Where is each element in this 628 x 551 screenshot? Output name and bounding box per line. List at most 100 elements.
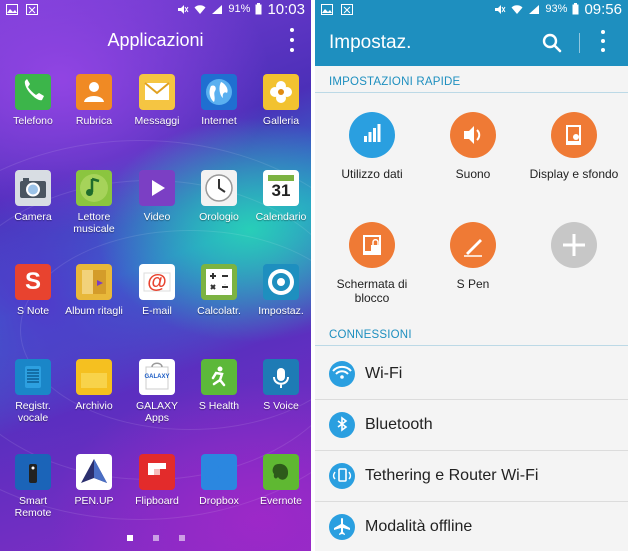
app-label: Evernote bbox=[259, 495, 303, 507]
search-icon[interactable] bbox=[542, 33, 562, 53]
galaxy-apps-bag-icon: GALAXY bbox=[139, 359, 175, 395]
app-album-ritagli[interactable]: Album ritagli bbox=[63, 264, 125, 317]
camera-icon bbox=[15, 170, 51, 206]
app-smart-remote[interactable]: Smart Remote bbox=[2, 454, 64, 519]
messages-icon bbox=[139, 74, 175, 110]
battery-percent: 93% bbox=[545, 3, 568, 15]
battery-percent: 91% bbox=[228, 3, 251, 15]
video-play-icon bbox=[139, 170, 175, 206]
app-label: S Voice bbox=[263, 400, 299, 412]
app-internet[interactable]: Internet bbox=[188, 74, 250, 127]
app-camera[interactable]: Camera bbox=[2, 170, 64, 223]
airplane-icon bbox=[329, 514, 355, 540]
action-bar: 93% 09:56 Impostaz. bbox=[315, 0, 628, 66]
app-dropbox[interactable]: Dropbox bbox=[188, 454, 250, 507]
data-usage-icon bbox=[349, 112, 395, 158]
voice-recorder-icon bbox=[15, 359, 51, 395]
clock: 10:03 bbox=[267, 0, 305, 18]
app-telefono[interactable]: Telefono bbox=[2, 74, 64, 127]
app-label: Calcolatr. bbox=[197, 305, 241, 317]
app-label: Smart Remote bbox=[14, 495, 52, 519]
music-player-icon bbox=[76, 170, 112, 206]
quick-setting-add[interactable] bbox=[525, 222, 623, 277]
app-e-mail[interactable]: @ E-mail bbox=[126, 264, 188, 317]
app-label: Galleria bbox=[262, 115, 300, 127]
sound-speaker-icon bbox=[450, 112, 496, 158]
app-calendario[interactable]: 31 Calendario bbox=[250, 170, 311, 223]
app-lettore-musicale[interactable]: Lettore musicale bbox=[63, 170, 125, 235]
app-galleria[interactable]: Galleria bbox=[250, 74, 311, 127]
app-video[interactable]: Video bbox=[126, 170, 188, 223]
connection-row-wi-fi[interactable]: Wi-Fi bbox=[315, 349, 628, 399]
app-label: Impostaz. bbox=[258, 305, 304, 317]
image-notification-icon bbox=[321, 3, 333, 15]
download-notification-icon bbox=[341, 3, 353, 15]
pen-up-icon bbox=[76, 454, 112, 490]
section-header-quick: IMPOSTAZIONI RAPIDE bbox=[329, 76, 461, 88]
section-header-connections: CONNESSIONI bbox=[329, 329, 412, 341]
quick-setting-suono[interactable]: Suono bbox=[424, 112, 522, 181]
image-notification-icon bbox=[6, 3, 18, 15]
connection-label: Bluetooth bbox=[365, 416, 433, 433]
overflow-menu-icon[interactable] bbox=[600, 30, 606, 52]
mute-icon bbox=[495, 4, 506, 14]
app-impostaz[interactable]: Impostaz. bbox=[250, 264, 311, 317]
display-wallpaper-icon bbox=[551, 112, 597, 158]
quick-setting-schermata-di-blocco[interactable]: Schermata di blocco bbox=[323, 222, 421, 305]
app-label: Album ritagli bbox=[65, 305, 123, 317]
page-dot-active[interactable] bbox=[126, 535, 133, 541]
s-note-icon: S bbox=[15, 264, 51, 300]
calculator-icon bbox=[201, 264, 237, 300]
wifi-signal-icon bbox=[194, 4, 206, 14]
s-voice-mic-icon bbox=[263, 359, 299, 395]
wifi-icon bbox=[329, 361, 355, 387]
s-health-icon bbox=[201, 359, 237, 395]
quick-setting-utilizzo-dati[interactable]: Utilizzo dati bbox=[323, 112, 421, 181]
app-evernote[interactable]: Evernote bbox=[250, 454, 311, 507]
app-galaxy-apps[interactable]: GALAXY GALAXY Apps bbox=[126, 359, 188, 424]
battery-icon bbox=[255, 3, 262, 15]
page-dot[interactable] bbox=[152, 535, 159, 541]
app-archivio[interactable]: Archivio bbox=[63, 359, 125, 412]
overflow-menu-icon[interactable] bbox=[289, 28, 295, 52]
connection-row-tethering-e-router-wi-fi[interactable]: Tethering e Router Wi-Fi bbox=[315, 451, 628, 501]
connection-label: Wi-Fi bbox=[365, 365, 403, 382]
status-bar: 93% 09:56 bbox=[315, 0, 628, 18]
clock: 09:56 bbox=[584, 0, 622, 18]
app-s-voice[interactable]: S Voice bbox=[250, 359, 311, 412]
connection-label: Tethering e Router Wi-Fi bbox=[365, 467, 539, 484]
quick-setting-label: Suono bbox=[455, 167, 491, 181]
connection-row-modalit-offline[interactable]: Modalità offline bbox=[315, 502, 628, 551]
app-registr-vocale[interactable]: Registr. vocale bbox=[2, 359, 64, 424]
app-orologio[interactable]: Orologio bbox=[188, 170, 250, 223]
page-title: Impostaz. bbox=[329, 32, 412, 53]
app-label: S Note bbox=[16, 305, 50, 317]
toolbar-divider bbox=[579, 33, 580, 53]
settings-gear-icon bbox=[263, 264, 299, 300]
page-dot[interactable] bbox=[178, 535, 185, 541]
gallery-flower-icon bbox=[263, 74, 299, 110]
quick-setting-display-e-sfondo[interactable]: Display e sfondo bbox=[525, 112, 623, 181]
contacts-icon bbox=[76, 74, 112, 110]
app-rubrica[interactable]: Rubrica bbox=[63, 74, 125, 127]
smart-remote-icon bbox=[15, 454, 51, 490]
app-drawer-screen: 91% 10:03 Applicazioni Telefono Rubrica Me… bbox=[0, 0, 311, 551]
scrapbook-icon bbox=[76, 264, 112, 300]
tethering-icon bbox=[329, 463, 355, 489]
page-title: Applicazioni bbox=[107, 30, 204, 50]
app-label: PEN.UP bbox=[74, 495, 114, 507]
app-pen-up[interactable]: PEN.UP bbox=[63, 454, 125, 507]
app-calcolatr[interactable]: Calcolatr. bbox=[188, 264, 250, 317]
quick-setting-s-pen[interactable]: S Pen bbox=[424, 222, 522, 291]
app-label: Rubrica bbox=[75, 115, 113, 127]
connection-row-bluetooth[interactable]: Bluetooth bbox=[315, 400, 628, 450]
app-label: Camera bbox=[14, 211, 52, 223]
page-indicator bbox=[0, 535, 311, 541]
app-s-health[interactable]: S Health bbox=[188, 359, 250, 412]
app-s-note[interactable]: S S Note bbox=[2, 264, 64, 317]
app-flipboard[interactable]: Flipboard bbox=[126, 454, 188, 507]
phone-icon bbox=[15, 74, 51, 110]
download-notification-icon bbox=[26, 3, 38, 15]
app-messaggi[interactable]: Messaggi bbox=[126, 74, 188, 127]
bluetooth-icon bbox=[329, 412, 355, 438]
